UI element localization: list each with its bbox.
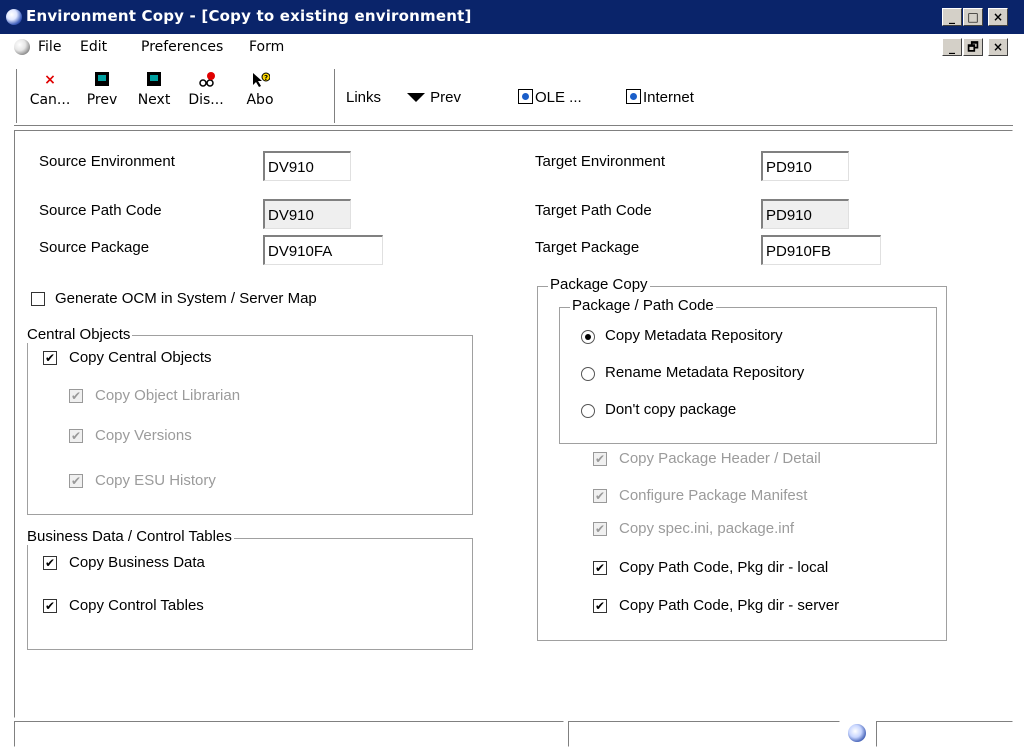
title-bar[interactable]: Environment Copy - [Copy to existing env…	[0, 0, 1024, 34]
copy-business-data-label[interactable]: Copy Business Data	[69, 554, 205, 571]
menu-bar: File Edit Preferences Form _ 🗗 ×	[0, 34, 1024, 60]
rename-metadata-radio[interactable]	[581, 367, 595, 381]
prev-record-icon	[94, 72, 110, 88]
prev-label: Prev	[86, 92, 118, 108]
display-label: Dis...	[188, 92, 224, 108]
svg-text:?: ?	[264, 74, 268, 82]
status-bar	[14, 718, 1013, 748]
copy-versions-checkbox: ✔	[69, 429, 83, 443]
target-environment-label: Target Environment	[535, 153, 666, 170]
copy-control-tables-checkbox[interactable]: ✔	[43, 599, 57, 613]
child-minimize-button[interactable]: _	[942, 38, 962, 56]
target-environment-field[interactable]: PD910	[761, 151, 849, 181]
dropdown-triangle-icon	[407, 93, 425, 102]
menu-form[interactable]: Form	[249, 39, 284, 55]
copy-metadata-radio[interactable]	[581, 330, 595, 344]
menu-edit[interactable]: Edit	[80, 39, 107, 55]
target-package-field[interactable]: PD910FB	[761, 235, 881, 265]
toolbar: × Can... Prev Next Dis... ? Abo Links Pr…	[14, 64, 1013, 126]
cancel-button[interactable]: × Can...	[28, 69, 72, 121]
configure-manifest-label: Configure Package Manifest	[619, 487, 808, 504]
window-title: Environment Copy - [Copy to existing env…	[26, 7, 472, 25]
copy-versions-label: Copy Versions	[95, 427, 192, 444]
document-globe-icon[interactable]	[14, 39, 30, 55]
copy-object-librarian-checkbox: ✔	[69, 389, 83, 403]
target-path-code-field: PD910	[761, 199, 849, 229]
copy-metadata-label[interactable]: Copy Metadata Repository	[605, 327, 783, 344]
cancel-x-icon: ×	[44, 72, 56, 88]
about-help-icon: ?	[252, 72, 271, 88]
copy-esu-history-checkbox: ✔	[69, 474, 83, 488]
target-path-code-label: Target Path Code	[535, 202, 652, 219]
target-package-label: Target Package	[535, 239, 640, 256]
copy-esu-history-label: Copy ESU History	[95, 472, 216, 489]
internet-icon	[626, 89, 641, 104]
copy-path-local-label[interactable]: Copy Path Code, Pkg dir - local	[619, 559, 828, 576]
prev-button[interactable]: Prev	[80, 69, 124, 121]
menu-file[interactable]: File	[38, 39, 61, 55]
maximize-button[interactable]: □	[963, 8, 983, 26]
source-package-field[interactable]: DV910FA	[263, 235, 383, 265]
links-menu[interactable]: Links	[346, 89, 381, 106]
copy-path-local-checkbox[interactable]: ✔	[593, 561, 607, 575]
close-button[interactable]: ×	[988, 8, 1008, 26]
ole-icon	[518, 89, 533, 104]
minimize-button[interactable]: _	[942, 8, 962, 26]
source-path-code-field: DV910	[263, 199, 351, 229]
display-glasses-icon	[198, 72, 215, 88]
child-restore-button[interactable]: 🗗	[963, 38, 983, 56]
copy-central-objects-label[interactable]: Copy Central Objects	[69, 349, 212, 366]
next-button[interactable]: Next	[132, 69, 176, 121]
copy-spec-ini-label: Copy spec.ini, package.inf	[619, 520, 795, 537]
source-package-label: Source Package	[39, 239, 150, 256]
toolbar-separator	[334, 69, 338, 123]
rename-metadata-label[interactable]: Rename Metadata Repository	[605, 364, 804, 381]
status-cell-right	[876, 721, 1013, 747]
source-environment-label: Source Environment	[39, 153, 175, 170]
form-area: Source Environment DV910 Source Path Cod…	[14, 130, 1013, 718]
generate-ocm-label[interactable]: Generate OCM in System / Server Map	[55, 290, 317, 307]
package-copy-title: Package Copy	[548, 276, 650, 293]
links-prev[interactable]: Prev	[406, 89, 461, 106]
source-path-code-label: Source Path Code	[39, 202, 162, 219]
display-button[interactable]: Dis...	[184, 69, 228, 121]
next-label: Next	[137, 92, 171, 108]
menu-preferences[interactable]: Preferences	[141, 39, 223, 55]
source-environment-field[interactable]: DV910	[263, 151, 351, 181]
next-record-icon	[146, 72, 162, 88]
central-objects-title: Central Objects	[25, 326, 133, 343]
toolbar-grip	[16, 69, 20, 123]
copy-path-server-checkbox[interactable]: ✔	[593, 599, 607, 613]
app-globe-icon	[6, 9, 22, 25]
copy-path-server-label[interactable]: Copy Path Code, Pkg dir - server	[619, 597, 839, 614]
copy-header-detail-label: Copy Package Header / Detail	[619, 450, 821, 467]
about-button[interactable]: ? Abo	[238, 69, 282, 121]
cancel-label: Can...	[29, 92, 71, 108]
package-path-code-title: Package / Path Code	[570, 297, 716, 314]
copy-spec-ini-checkbox: ✔	[593, 522, 607, 536]
copy-control-tables-label[interactable]: Copy Control Tables	[69, 597, 204, 614]
copy-central-objects-checkbox[interactable]: ✔	[43, 351, 57, 365]
about-label: Abo	[246, 92, 274, 108]
business-data-title: Business Data / Control Tables	[25, 528, 234, 545]
child-close-button[interactable]: ×	[988, 38, 1008, 56]
generate-ocm-checkbox[interactable]	[31, 292, 45, 306]
copy-business-data-checkbox[interactable]: ✔	[43, 556, 57, 570]
ole-button[interactable]: OLE ...	[518, 89, 582, 106]
internet-button[interactable]: Internet	[626, 89, 694, 106]
copy-object-librarian-label: Copy Object Librarian	[95, 387, 241, 404]
globe-status-icon	[848, 724, 866, 742]
dont-copy-package-label[interactable]: Don't copy package	[605, 401, 736, 418]
configure-manifest-checkbox: ✔	[593, 489, 607, 503]
status-cell-middle	[568, 721, 840, 747]
dont-copy-package-radio[interactable]	[581, 404, 595, 418]
copy-header-detail-checkbox: ✔	[593, 452, 607, 466]
status-cell-main	[14, 721, 564, 747]
